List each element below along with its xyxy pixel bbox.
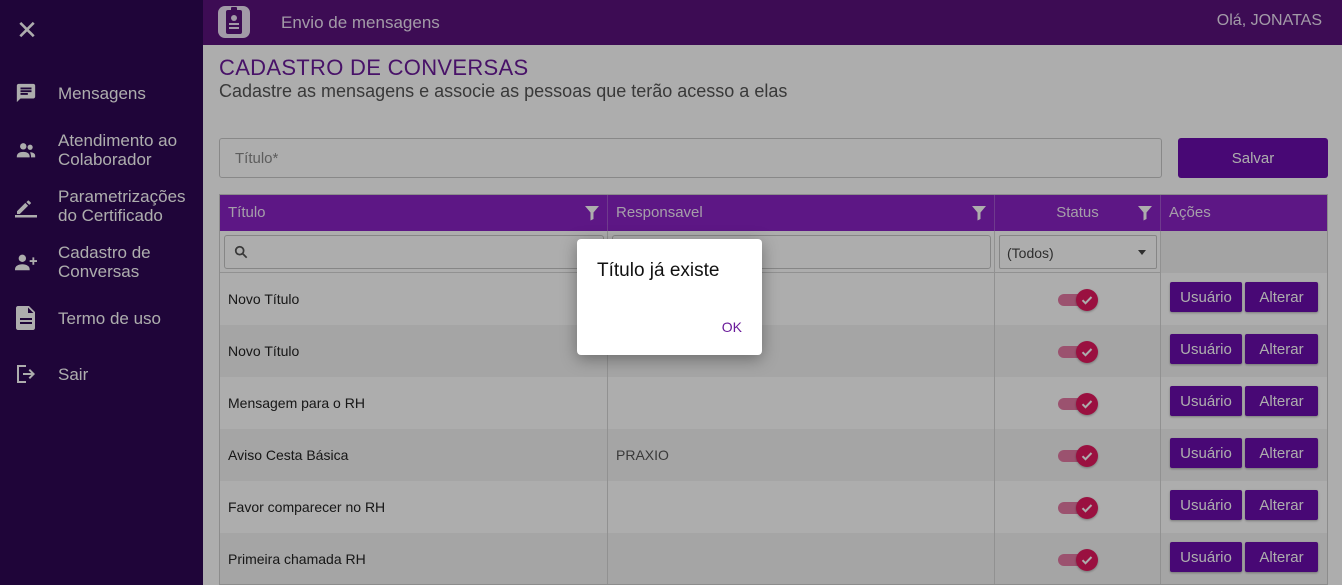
ok-button[interactable]: OK [722,319,742,335]
alert-dialog: Título já existe OK [577,239,762,355]
dialog-message: Título já existe [597,260,720,281]
